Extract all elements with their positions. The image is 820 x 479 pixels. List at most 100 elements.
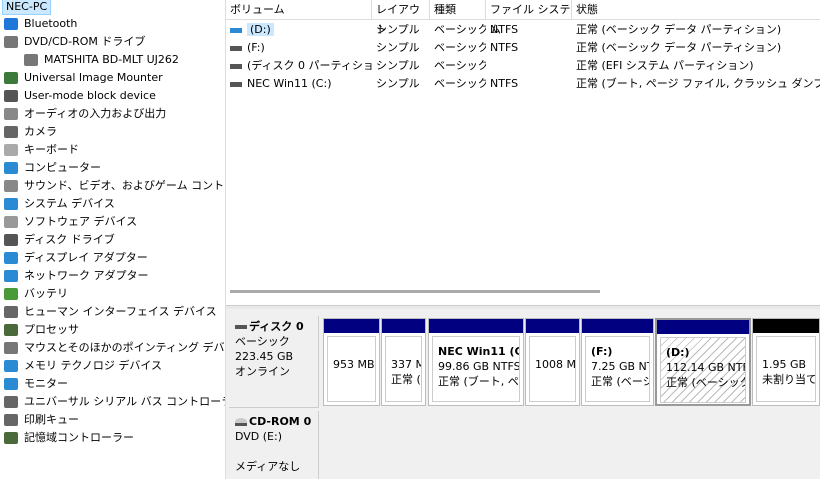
system-device-icon <box>4 198 18 210</box>
table-cell: シンプル <box>376 41 420 54</box>
tree-item-label: プロセッサ <box>24 323 79 336</box>
tree-item-label: コンピューター <box>24 161 101 174</box>
col-header-status[interactable]: 状態 <box>572 0 820 20</box>
volume-name: (D:) <box>247 23 274 36</box>
disk-management: ボリューム レイアウト 種類 ファイル システム 状態 (D:) シンプル ベーシッ… <box>225 0 820 479</box>
tree-item[interactable]: メモリ テクノロジ デバイス <box>4 357 162 375</box>
partition-body: 1008 MI <box>529 336 576 402</box>
volume-cell: (D:) <box>226 21 372 39</box>
block-device-icon <box>4 90 18 102</box>
tree-item[interactable]: カメラ <box>4 123 57 141</box>
tree-item-label: DVD/CD-ROM ドライブ <box>24 35 146 48</box>
partition[interactable]: 953 MB <box>323 318 380 406</box>
partition-body: NEC Win11 (C:) 99.86 GB NTFS 正常 (ブート, ペー <box>432 336 520 402</box>
tree-item-label: ディスプレイ アダプター <box>24 251 148 264</box>
partition[interactable]: NEC Win11 (C:) 99.86 GB NTFS 正常 (ブート, ペー <box>428 318 524 406</box>
tree-item[interactable]: User-mode block device <box>4 87 156 105</box>
tree-item[interactable]: ネットワーク アダプター <box>4 267 149 285</box>
display-adapter-icon <box>4 252 18 264</box>
table-cell: シンプル <box>376 59 420 72</box>
tree-item[interactable]: プロセッサ <box>4 321 79 339</box>
tree-item[interactable]: バッテリ <box>4 285 68 303</box>
tree-item-label: マウスとそのほかのポインティング デバイス <box>24 341 247 354</box>
tree-item[interactable]: モニター <box>4 375 68 393</box>
volume-icon <box>230 27 242 33</box>
col-header-volume[interactable]: ボリューム <box>226 0 372 20</box>
partition-size: 337 M <box>391 358 422 371</box>
tree-item[interactable]: コンピューター <box>4 159 101 177</box>
partition[interactable]: 337 M 正常 ( <box>381 318 426 406</box>
partition-size: 1008 MI <box>535 358 576 371</box>
monitor-icon <box>4 378 18 390</box>
tree-item[interactable]: 記憶域コントローラー <box>4 429 134 447</box>
battery-icon <box>4 288 18 300</box>
tree-item[interactable]: Bluetooth <box>4 15 77 33</box>
tree-item[interactable]: マウスとそのほかのポインティング デバイス <box>4 339 246 357</box>
tree-item[interactable]: MATSHITA BD-MLT UJ262 <box>24 51 179 69</box>
table-cell: ベーシック <box>434 23 486 36</box>
tree-item[interactable]: DVD/CD-ROM ドライブ <box>4 33 145 51</box>
tree-item-label: ユニバーサル シリアル バス コントローラー <box>24 395 244 408</box>
col-header-filesystem[interactable]: ファイル システム <box>486 0 572 36</box>
tree-item[interactable]: ソフトウェア デバイス <box>4 213 137 231</box>
tree-item[interactable]: ヒューマン インターフェイス デバイス <box>4 303 217 321</box>
cdrom-icon <box>235 418 247 426</box>
tree-item[interactable]: オーディオの入力および出力 <box>4 105 166 123</box>
cdrom0-name: CD-ROM 0 <box>249 415 312 428</box>
computer-icon <box>4 162 18 174</box>
disk-drive-icon <box>4 234 18 246</box>
horizontal-scrollbar[interactable] <box>230 290 600 293</box>
partition[interactable]: (D:) 112.14 GB NTFS 正常 (ベーシック ラ <box>655 318 751 406</box>
tree-root-computer[interactable]: NEC-PC <box>2 0 52 15</box>
tree-item[interactable]: ディスク ドライブ <box>4 231 115 249</box>
tree-item-label: User-mode block device <box>24 89 156 102</box>
partition-band <box>382 319 425 333</box>
tree-item-label: Universal Image Mounter <box>24 71 163 84</box>
disk-icon <box>235 325 247 329</box>
tree-item-label: ヒューマン インターフェイス デバイス <box>24 305 217 318</box>
camera-icon <box>4 126 18 138</box>
partition[interactable]: 1.95 GB 未割り当て <box>752 318 820 406</box>
partition-body: (F:) 7.25 GB NT 正常 (ベーシ <box>585 336 650 402</box>
partition[interactable]: (F:) 7.25 GB NT 正常 (ベーシ <box>581 318 654 406</box>
volume-name: (F:) <box>247 41 265 54</box>
partition-size: 112.14 GB NTFS <box>666 361 745 374</box>
table-cell <box>486 57 572 75</box>
partition-body: 1.95 GB 未割り当て <box>756 336 816 402</box>
bluetooth-icon <box>4 18 18 30</box>
memory-icon <box>4 360 18 372</box>
dvd-drive-icon <box>4 36 18 48</box>
partition-title: (F:) <box>591 345 613 358</box>
table-cell: ベーシック <box>434 59 486 72</box>
disk0-label[interactable]: ディスク 0 ベーシック 223.45 GB オンライン <box>229 316 319 408</box>
table-cell: NTFS <box>490 77 519 90</box>
col-header-layout[interactable]: レイアウト <box>372 0 430 36</box>
cdrom0-label[interactable]: CD-ROM 0 DVD (E:) メディアなし <box>229 411 319 479</box>
cdrom0-status: メディアなし <box>235 460 301 473</box>
partition[interactable]: 1008 MI <box>525 318 580 406</box>
partition-status: 未割り当て <box>762 373 816 386</box>
mouse-icon <box>4 342 18 354</box>
hid-icon <box>4 306 18 318</box>
volume-icon <box>230 81 242 87</box>
tree-item-label: ディスク ドライブ <box>24 233 115 246</box>
partition-status: 正常 (ベーシック ラ <box>666 376 746 389</box>
keyboard-icon <box>4 144 18 156</box>
tree-item[interactable]: キーボード <box>4 141 79 159</box>
mounter-icon <box>4 72 18 84</box>
partition-title: (D:) <box>666 346 690 359</box>
tree-item[interactable]: ディスプレイ アダプター <box>4 249 148 267</box>
table-cell: 正常 (ベーシック データ パーティション) <box>576 23 782 36</box>
partition-size: 7.25 GB NT <box>591 360 650 373</box>
usb-icon <box>4 396 18 408</box>
tree-item[interactable]: Universal Image Mounter <box>4 69 163 87</box>
table-cell: 正常 (EFI システム パーティション) <box>576 59 754 72</box>
processor-icon <box>4 324 18 336</box>
tree-item[interactable]: システム デバイス <box>4 195 115 213</box>
network-adapter-icon <box>4 270 18 282</box>
col-header-type[interactable]: 種類 <box>430 0 486 20</box>
tree-item[interactable]: 印刷キュー <box>4 411 79 429</box>
volume-name: (ディスク 0 パーティション 2) <box>247 59 372 72</box>
partition-band <box>753 319 819 333</box>
tree-item[interactable]: ユニバーサル シリアル バス コントローラー <box>4 393 243 411</box>
